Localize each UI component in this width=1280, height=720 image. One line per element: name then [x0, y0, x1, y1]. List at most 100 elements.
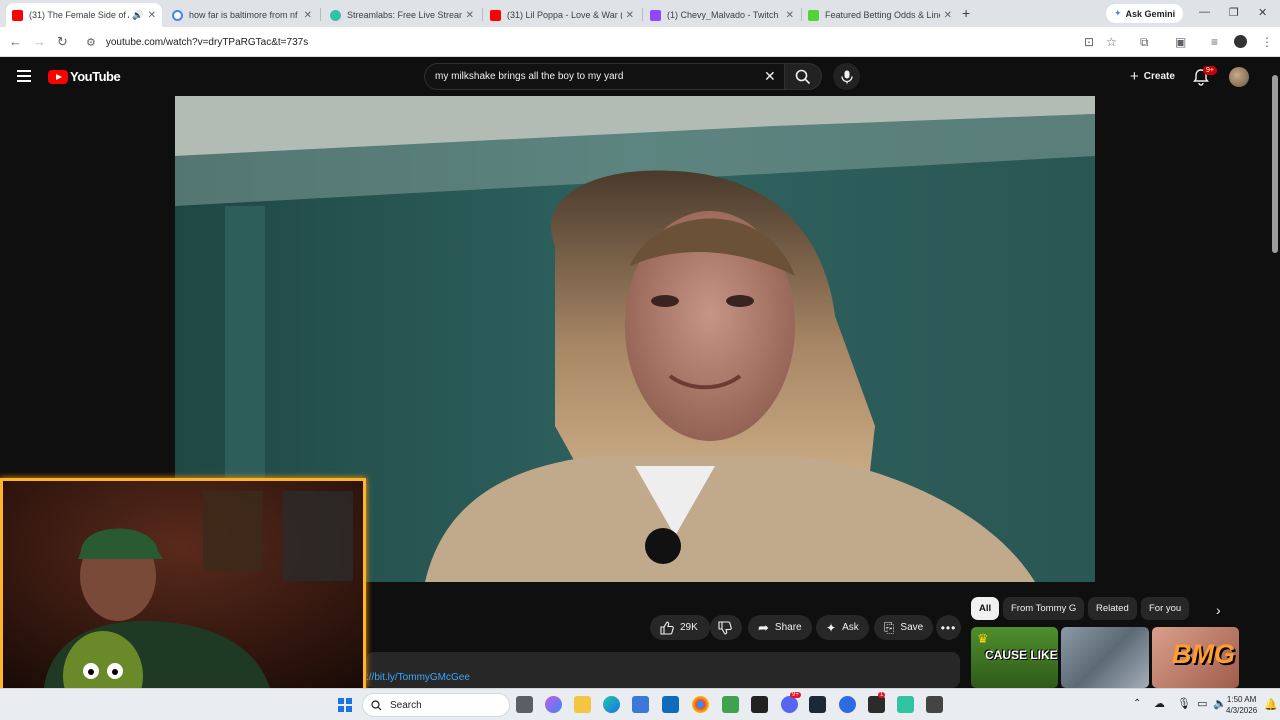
close-tab-icon[interactable]: ✕ [626, 10, 634, 21]
reload-icon[interactable]: ↻ [57, 34, 68, 50]
chip-label: From Tommy G [1011, 603, 1077, 614]
system-clock[interactable]: 1:50 AM 4/3/2026 [1226, 694, 1257, 716]
ask-button[interactable]: ✦ Ask [816, 615, 869, 640]
chip-related[interactable]: Related [1088, 597, 1137, 620]
streamlabs-icon[interactable] [897, 696, 914, 713]
discord-badge: 9+ [790, 692, 801, 698]
minecraft-icon[interactable] [722, 696, 739, 713]
chevron-right-icon[interactable]: › [1216, 602, 1221, 618]
close-tab-icon[interactable]: ✕ [304, 10, 312, 21]
install-app-icon[interactable]: ⊡ [1084, 35, 1094, 49]
chip-label: For you [1149, 603, 1182, 614]
tab-strip: (31) The Female Side of Atl 🔊 ✕ how far … [0, 0, 1280, 27]
speaker-icon[interactable]: 🔊 [132, 10, 143, 21]
tab-betting-odds[interactable]: Featured Betting Odds & Lines ✕ [802, 3, 958, 27]
tab-separator [642, 8, 643, 21]
close-tab-icon[interactable]: ✕ [466, 10, 474, 21]
plus-icon: + [1130, 68, 1139, 85]
like-button[interactable]: 29K [650, 615, 710, 640]
search-icon [795, 69, 811, 84]
close-tab-icon[interactable]: ✕ [944, 10, 952, 21]
tab-title: (31) Lil Poppa - Love & War (Of [507, 10, 622, 20]
maximize-icon[interactable]: ❐ [1229, 6, 1239, 19]
chrome-icon[interactable] [692, 696, 709, 713]
more-actions-button[interactable]: ••• [936, 615, 961, 640]
thumbs-down-icon [718, 620, 732, 635]
windows-start-icon[interactable] [338, 698, 352, 712]
chevron-up-icon[interactable]: ⌃ [1133, 698, 1141, 709]
network-icon[interactable]: ▭ [1197, 697, 1207, 710]
tab-title: (1) Chevy_Malvado - Twitch [667, 10, 779, 20]
game-controller-icon[interactable] [868, 696, 885, 713]
profile-icon[interactable] [1234, 35, 1247, 48]
forward-icon[interactable]: → [33, 34, 46, 49]
related-video-thumbnail[interactable]: ♛ CAUSE LIKE [971, 627, 1058, 688]
chip-all[interactable]: All [971, 597, 1000, 620]
close-window-icon[interactable]: ✕ [1258, 6, 1267, 19]
tab-separator [320, 8, 321, 21]
gaming-app-icon[interactable] [839, 696, 856, 713]
tab-title: (31) The Female Side of Atl [29, 10, 130, 20]
share-button[interactable]: ➦ Share [748, 615, 812, 640]
tab-twitch[interactable]: (1) Chevy_Malvado - Twitch ✕ [644, 3, 800, 27]
bookmark-star-icon[interactable]: ☆ [1106, 35, 1117, 49]
clock-time: 1:50 AM [1226, 695, 1257, 704]
microphone-icon[interactable]: 🎙 [1177, 697, 1191, 710]
menu-kebab-icon[interactable]: ⋮ [1261, 35, 1273, 49]
snipping-tool-icon[interactable] [926, 696, 943, 713]
scrollbar-thumb[interactable] [1272, 75, 1278, 253]
microsoft-store-icon[interactable] [632, 696, 649, 713]
minimize-icon[interactable]: — [1199, 6, 1210, 18]
like-count: 29K [680, 622, 698, 633]
media-controls-icon[interactable]: ≡ [1211, 35, 1218, 49]
volume-icon[interactable]: 🔈 [1213, 697, 1227, 710]
edge-browser-icon[interactable] [603, 696, 620, 713]
side-panel-icon[interactable]: ▣ [1175, 35, 1186, 49]
site-info-icon[interactable]: ⚙ [86, 36, 96, 49]
bookmark-icon: ⎘ [884, 619, 895, 635]
steam-icon[interactable] [809, 696, 826, 713]
notification-center-icon[interactable]: 🔔 [1264, 698, 1278, 711]
discord-icon[interactable] [781, 696, 798, 713]
close-tab-icon[interactable]: ✕ [148, 10, 156, 21]
microphone-icon [840, 70, 853, 83]
extensions-icon[interactable]: ⧉ [1140, 35, 1149, 50]
chip-from-tommy-g[interactable]: From Tommy G [1003, 597, 1085, 620]
tab-streamlabs[interactable]: Streamlabs: Free Live Streaming ✕ [324, 3, 480, 27]
copilot-icon[interactable] [545, 696, 562, 713]
tab-google-search[interactable]: how far is baltimore from nf - G ✕ [166, 3, 318, 27]
dislike-button[interactable] [710, 615, 742, 640]
youtube-favicon-icon [12, 9, 23, 21]
tab-youtube-lil-poppa[interactable]: (31) Lil Poppa - Love & War (Of ✕ [484, 3, 640, 27]
description-link[interactable]: ://bit.ly/TommyGMcGee [366, 672, 470, 683]
related-video-thumbnail[interactable]: BMG [1152, 627, 1239, 688]
chip-for-you[interactable]: For you [1141, 597, 1190, 620]
related-video-thumbnail[interactable] [1061, 627, 1149, 688]
back-icon[interactable]: ← [9, 34, 22, 49]
voice-search-button[interactable] [833, 63, 860, 90]
tab-youtube-female-side[interactable]: (31) The Female Side of Atl 🔊 ✕ [6, 3, 162, 27]
task-view-icon[interactable] [516, 696, 533, 713]
address-bar[interactable]: ⚙ youtube.com/watch?v=dryTPaRGTac&t=737s [80, 31, 1080, 53]
ask-gemini-label: Ask Gemini [1125, 8, 1176, 19]
search-input[interactable]: my milkshake brings all the boy to my ya… [424, 63, 786, 90]
unity-icon[interactable] [751, 696, 768, 713]
hamburger-menu-icon[interactable] [17, 70, 31, 82]
outlook-icon[interactable] [662, 696, 679, 713]
onedrive-icon[interactable]: ☁ [1154, 697, 1165, 710]
youtube-logo[interactable]: YouTube [48, 69, 121, 84]
file-explorer-icon[interactable] [574, 696, 591, 713]
create-button[interactable]: + Create [1120, 64, 1185, 89]
account-avatar[interactable] [1229, 67, 1249, 87]
tab-title: Streamlabs: Free Live Streaming [347, 10, 462, 20]
close-tab-icon[interactable]: ✕ [786, 10, 794, 21]
ask-gemini-button[interactable]: ✦ Ask Gemini [1106, 4, 1184, 23]
tab-title: Featured Betting Odds & Lines [825, 10, 940, 20]
sparkle-icon: ✦ [826, 620, 837, 635]
taskbar-search-box[interactable]: Search [362, 693, 510, 717]
search-button[interactable] [784, 63, 822, 90]
new-tab-button[interactable]: + [962, 5, 970, 21]
save-button[interactable]: ⎘ Save [874, 615, 934, 640]
youtube-favicon-icon [490, 9, 501, 21]
clear-search-icon[interactable]: ✕ [764, 68, 776, 85]
